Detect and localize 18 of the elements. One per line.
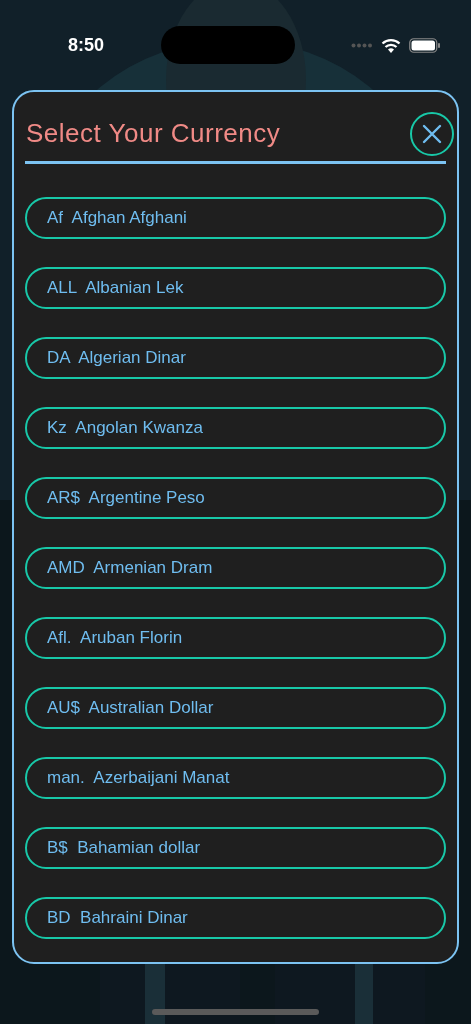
close-button[interactable]: [410, 111, 454, 156]
battery-icon: [409, 37, 441, 53]
dialog-title: Select Your Currency: [26, 117, 281, 150]
signal-icon: [351, 42, 373, 48]
currency-option[interactable]: Af Afghan Afghani: [25, 197, 446, 239]
currency-option[interactable]: BD Bahraini Dinar: [25, 897, 446, 939]
wifi-icon: [381, 37, 401, 53]
currency-option[interactable]: Afl. Aruban Florin: [25, 617, 446, 659]
close-icon: [422, 123, 442, 144]
status-time: 8:50: [68, 36, 105, 54]
currency-option[interactable]: AR$ Argentine Peso: [25, 477, 446, 519]
currency-option[interactable]: AU$ Australian Dollar: [25, 687, 446, 729]
currency-option[interactable]: man. Azerbaijani Manat: [25, 757, 446, 799]
currency-option[interactable]: B$ Bahamian dollar: [25, 827, 446, 869]
currency-option[interactable]: AMD Armenian Dram: [25, 547, 446, 589]
currency-option[interactable]: ALL Albanian Lek: [25, 267, 446, 309]
currency-option[interactable]: DA Algerian Dinar: [25, 337, 446, 379]
currency-option[interactable]: Kz Angolan Kwanza: [25, 407, 446, 449]
